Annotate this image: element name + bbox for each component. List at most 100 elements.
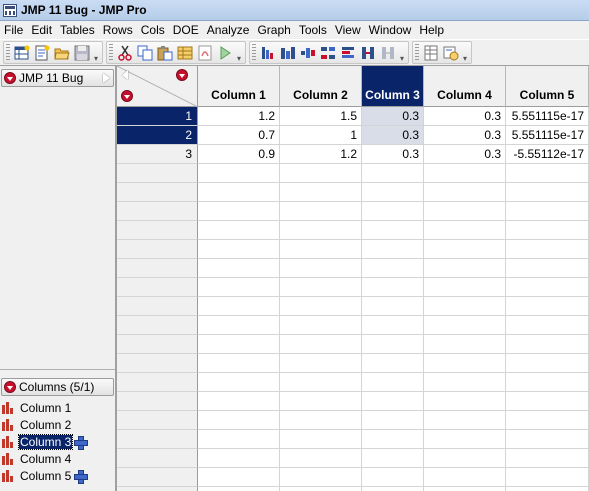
menu-tools[interactable]: Tools [295,21,331,39]
empty-table-cell[interactable] [198,183,280,202]
empty-table-cell[interactable] [280,202,362,221]
toolbar-overflow-chevron[interactable]: ▾ [398,43,406,63]
empty-table-cell[interactable] [280,335,362,354]
menu-file[interactable]: File [0,21,27,39]
empty-table-cell[interactable] [424,316,506,335]
grid-corner[interactable] [117,66,198,107]
empty-row-header[interactable] [117,373,198,392]
toolbar-overflow-chevron[interactable]: ▾ [461,43,469,63]
empty-table-cell[interactable] [506,221,589,240]
column-header[interactable]: Column 5 [506,66,589,107]
empty-table-cell[interactable] [424,164,506,183]
empty-table-cell[interactable] [198,373,280,392]
empty-table-cell[interactable] [280,354,362,373]
column-header-selected[interactable]: Column 3 [362,66,424,107]
column-list-item[interactable]: Column 5 [2,467,89,484]
column-list-item[interactable]: Column 1 [2,399,86,416]
control-chart-icon[interactable] [358,43,378,63]
empty-table-cell[interactable] [424,468,506,487]
empty-table-cell[interactable] [506,183,589,202]
empty-row-header[interactable] [117,221,198,240]
empty-row-header[interactable] [117,430,198,449]
row-number[interactable]: 2 [117,126,198,145]
column-header[interactable]: Column 1 [198,66,280,107]
empty-table-cell[interactable] [362,278,424,297]
empty-table-cell[interactable] [280,468,362,487]
empty-table-cell[interactable] [506,259,589,278]
empty-table-cell[interactable] [424,202,506,221]
empty-table-cell[interactable] [362,240,424,259]
empty-table-cell[interactable] [280,487,362,491]
empty-row-header[interactable] [117,449,198,468]
toolbar-grip[interactable] [252,43,256,62]
table-cell[interactable]: 0.3 [424,145,506,164]
table-cell[interactable]: 1 [280,126,362,145]
empty-row-header[interactable] [117,164,198,183]
empty-table-cell[interactable] [362,183,424,202]
cut-icon[interactable] [115,43,135,63]
empty-row-header[interactable] [117,202,198,221]
empty-table-cell[interactable] [198,221,280,240]
table-cell[interactable]: 1.2 [280,145,362,164]
empty-row-header[interactable] [117,259,198,278]
empty-table-cell[interactable] [362,411,424,430]
table-cell[interactable]: 0.3 [362,145,424,164]
empty-row-header[interactable] [117,354,198,373]
empty-row-header[interactable] [117,183,198,202]
fit-model-icon[interactable] [298,43,318,63]
fit-y-by-x-icon[interactable] [278,43,298,63]
columns-panel-header[interactable]: Columns (5/1) [1,378,114,396]
empty-table-cell[interactable] [198,278,280,297]
red-triangle-hotspot-icon[interactable] [4,381,16,393]
empty-table-cell[interactable] [506,487,589,491]
multivariate-icon[interactable] [318,43,338,63]
empty-table-cell[interactable] [506,468,589,487]
empty-table-cell[interactable] [362,297,424,316]
expand-arrow-icon[interactable] [103,73,110,83]
empty-table-cell[interactable] [198,430,280,449]
empty-table-cell[interactable] [198,354,280,373]
empty-table-cell[interactable] [424,430,506,449]
empty-table-cell[interactable] [424,487,506,491]
empty-table-cell[interactable] [424,354,506,373]
empty-table-cell[interactable] [280,373,362,392]
toolbar-grip[interactable] [6,43,10,62]
contour-icon[interactable] [378,43,398,63]
table-panel-header[interactable]: JMP 11 Bug [1,69,114,87]
table-cell[interactable]: 1.2 [198,107,280,126]
empty-table-cell[interactable] [362,430,424,449]
empty-row-header[interactable] [117,240,198,259]
toolbar-overflow-chevron[interactable]: ▾ [92,43,100,63]
paste-icon[interactable] [155,43,175,63]
toolbar-grip[interactable] [415,43,419,62]
empty-table-cell[interactable] [424,259,506,278]
empty-table-cell[interactable] [198,411,280,430]
empty-table-cell[interactable] [506,354,589,373]
menu-view[interactable]: View [331,21,365,39]
empty-table-cell[interactable] [362,373,424,392]
rows-red-triangle-icon[interactable] [121,90,133,102]
copy-icon[interactable] [135,43,155,63]
menu-edit[interactable]: Edit [27,21,56,39]
empty-table-cell[interactable] [362,468,424,487]
empty-table-cell[interactable] [506,164,589,183]
menu-tables[interactable]: Tables [56,21,99,39]
empty-table-cell[interactable] [198,449,280,468]
empty-table-cell[interactable] [198,392,280,411]
open-icon[interactable] [52,43,72,63]
table-cell[interactable]: 1.5 [280,107,362,126]
empty-table-cell[interactable] [362,259,424,278]
empty-table-cell[interactable] [362,164,424,183]
row-number[interactable]: 1 [117,107,198,126]
empty-table-cell[interactable] [280,221,362,240]
empty-table-cell[interactable] [198,468,280,487]
empty-table-cell[interactable] [198,164,280,183]
column-header[interactable]: Column 4 [424,66,506,107]
empty-row-header[interactable] [117,335,198,354]
empty-table-cell[interactable] [424,373,506,392]
empty-table-cell[interactable] [280,183,362,202]
menu-analyze[interactable]: Analyze [203,21,254,39]
table-cell[interactable]: 5.551115e-17 [506,126,589,145]
empty-table-cell[interactable] [424,392,506,411]
collapse-left-arrow-icon[interactable] [122,70,128,80]
